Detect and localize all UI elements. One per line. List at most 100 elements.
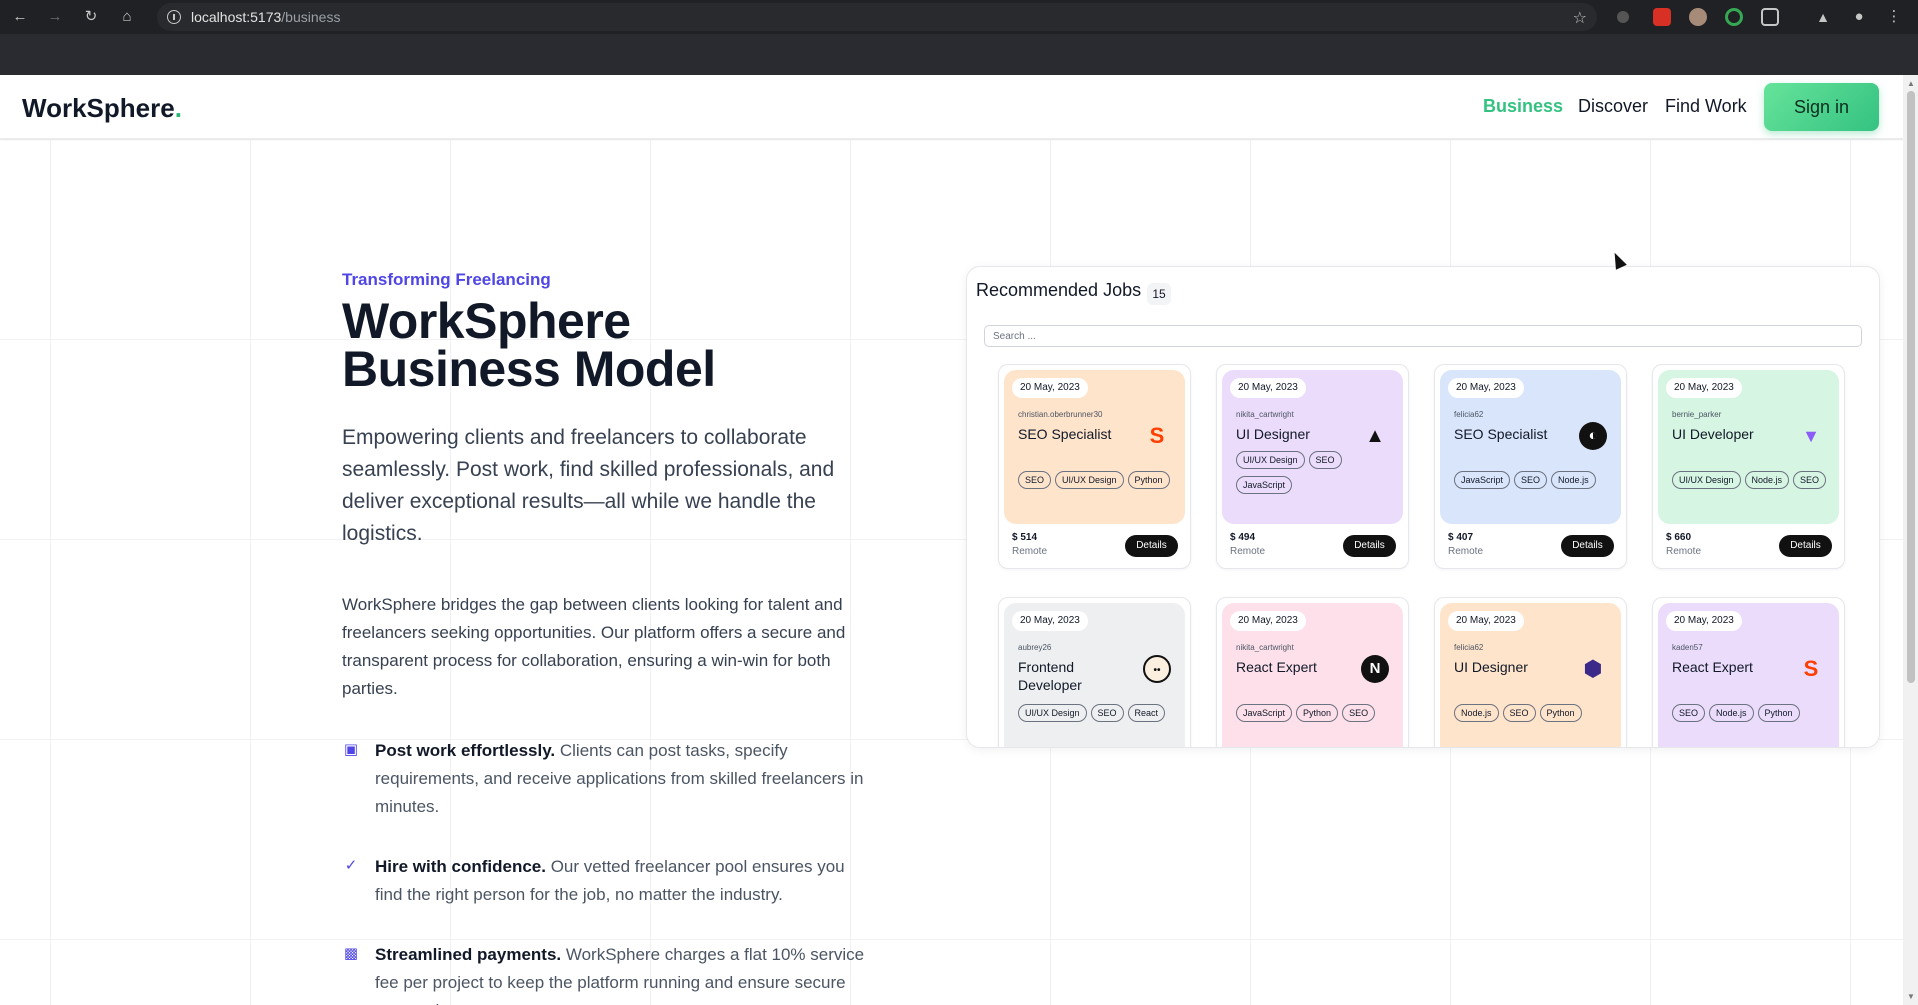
job-price: $ 407	[1448, 532, 1474, 543]
feature-title: Post work effortlessly.	[375, 741, 556, 760]
job-date: 20 May, 2023	[1666, 378, 1742, 398]
extension-icon[interactable]	[1689, 8, 1707, 26]
profile-icon[interactable]: ●	[1849, 7, 1869, 27]
job-location: Remote	[1666, 546, 1702, 557]
panel-title: Recommended Jobs	[976, 280, 1142, 300]
top-navigation: WorkSphere. Business Discover Find Work …	[0, 75, 1903, 139]
jobs-search-input[interactable]: Search ...	[984, 325, 1862, 347]
details-button[interactable]: Details	[1779, 535, 1832, 557]
scroll-down-icon[interactable]: ▼	[1907, 992, 1915, 1001]
job-location: Remote	[1230, 546, 1266, 557]
job-card[interactable]: 20 May, 2023 christian.oberbrunner30 SEO S…	[998, 364, 1191, 569]
details-button[interactable]: Details	[1343, 535, 1396, 557]
job-tags: JavaScript Python SEO	[1236, 703, 1401, 728]
bookmarks-bar	[0, 34, 1918, 75]
skill-tag: UI/UX Design	[1018, 704, 1087, 722]
skill-tag: Node.js	[1454, 704, 1499, 722]
payments-icon: ▩	[343, 945, 359, 962]
job-price: $ 494	[1230, 532, 1256, 543]
skill-tag: SEO	[1502, 704, 1536, 722]
skill-tag: React	[1127, 704, 1166, 722]
reload-icon[interactable]: ↻	[81, 7, 101, 27]
job-role: SEO Specialist	[1018, 426, 1112, 442]
job-card-header: 20 May, 2023 nikita_cartwright React Exper…	[1222, 603, 1403, 747]
job-poster-username: felicia62	[1454, 410, 1484, 419]
briefcase-icon: ▣	[343, 741, 359, 758]
back-icon[interactable]: ←	[10, 7, 30, 27]
job-card-header: 20 May, 2023 felicia62 SEO Specialist ◐ Java…	[1440, 370, 1621, 524]
skill-tag: Python	[1296, 704, 1339, 722]
job-role: UI Designer	[1454, 659, 1528, 675]
job-date: 20 May, 2023	[1012, 611, 1088, 631]
job-tags: SEO UI/UX Design Python	[1018, 470, 1183, 495]
job-date: 20 May, 2023	[1448, 611, 1524, 631]
job-card[interactable]: 20 May, 2023 nikita_cartwright React Exper…	[1216, 597, 1409, 747]
job-tags: SEO Node.js Python	[1672, 703, 1837, 728]
skill-tag: Python	[1539, 704, 1582, 722]
shadcn-icon: ◐	[1579, 422, 1607, 450]
job-role: React Expert	[1672, 659, 1753, 675]
job-poster-username: kaden57	[1672, 643, 1703, 652]
sign-in-button[interactable]: Sign in	[1764, 83, 1879, 131]
job-card-header: 20 May, 2023 kaden57 React Expert S SEO Node.…	[1658, 603, 1839, 747]
extension-icon[interactable]	[1617, 11, 1629, 23]
job-card[interactable]: 20 May, 2023 kaden57 React Expert S SEO Node.…	[1652, 597, 1845, 747]
cube-icon: ⬢	[1583, 656, 1603, 681]
skill-tag: Python	[1757, 704, 1800, 722]
job-poster-username: bernie_parker	[1672, 410, 1722, 419]
extension-icon[interactable]	[1653, 8, 1671, 26]
bookmark-star-icon[interactable]: ☆	[1573, 8, 1587, 28]
skill-tag: SEO	[1514, 471, 1548, 489]
nextjs-icon: N	[1361, 655, 1389, 683]
nav-business[interactable]: Business	[1483, 96, 1563, 117]
scroll-up-icon[interactable]: ▲	[1907, 79, 1915, 88]
hero-lead: Empowering clients and freelancers to co…	[342, 426, 835, 545]
home-icon[interactable]: ⌂	[117, 7, 137, 27]
astro-icon: ▲	[1365, 425, 1385, 447]
job-card-header: 20 May, 2023 aubrey26 Frontend Developer ••…	[1004, 603, 1185, 747]
job-date: 20 May, 2023	[1448, 378, 1524, 398]
job-role: UI Developer	[1672, 426, 1754, 442]
job-price: $ 660	[1666, 532, 1692, 543]
hero-eyebrow: Transforming Freelancing	[342, 270, 551, 289]
skill-tag: SEO	[1308, 451, 1342, 469]
skill-tag: SEO	[1672, 704, 1706, 722]
skill-tag: SEO	[1342, 704, 1376, 722]
extension-icon[interactable]	[1725, 8, 1743, 26]
details-button[interactable]: Details	[1125, 535, 1178, 557]
check-circle-icon: ✓	[344, 857, 358, 874]
feature-title: Hire with confidence.	[375, 857, 546, 876]
job-card[interactable]: 20 May, 2023 aubrey26 Frontend Developer ••…	[998, 597, 1191, 747]
job-location: Remote	[1448, 546, 1484, 557]
nav-discover[interactable]: Discover	[1578, 96, 1648, 117]
url-text: localhost:5173/business	[191, 9, 341, 25]
forward-icon[interactable]: →	[45, 7, 65, 27]
extensions-puzzle-icon[interactable]	[1761, 8, 1779, 26]
skill-tag: JavaScript	[1236, 704, 1293, 722]
skill-tag: Node.js	[1551, 471, 1596, 489]
nav-find-work[interactable]: Find Work	[1665, 96, 1747, 117]
details-button[interactable]: Details	[1561, 535, 1614, 557]
recommended-jobs-panel: Recommended Jobs 15 Search ... 20 May, 2…	[966, 266, 1880, 748]
page-title: WorkSphere Business Model	[342, 293, 716, 397]
job-location: Remote	[1012, 546, 1048, 557]
page-scrollbar[interactable]: ▲ ▼	[1903, 75, 1918, 1005]
job-date: 20 May, 2023	[1230, 611, 1306, 631]
job-date: 20 May, 2023	[1012, 378, 1088, 398]
skill-tag: Node.js	[1709, 704, 1754, 722]
logo[interactable]: WorkSphere.	[22, 93, 182, 124]
scrollbar-thumb[interactable]	[1907, 91, 1915, 683]
labs-flask-icon[interactable]: ▲	[1813, 7, 1833, 27]
job-card[interactable]: 20 May, 2023 felicia62 UI Designer ⬢ Node.js…	[1434, 597, 1627, 747]
job-card[interactable]: 20 May, 2023 nikita_cartwright UI Designer…	[1216, 364, 1409, 569]
job-card[interactable]: 20 May, 2023 felicia62 SEO Specialist ◐ Java…	[1434, 364, 1627, 569]
job-poster-username: christian.oberbrunner30	[1018, 410, 1103, 419]
job-poster-username: nikita_cartwright	[1236, 410, 1294, 419]
site-info-icon[interactable]	[167, 10, 181, 24]
skill-tag: SEO	[1793, 471, 1827, 489]
job-card[interactable]: 20 May, 2023 bernie_parker UI Developer ▼ UI…	[1652, 364, 1845, 569]
address-bar[interactable]: localhost:5173/business ☆	[157, 3, 1597, 31]
browser-toolbar: ← → ↻ ⌂ localhost:5173/business ☆ ▲ ● ⋮	[0, 0, 1918, 34]
menu-dots-icon[interactable]: ⋮	[1884, 7, 1904, 27]
browser-chrome: ← → ↻ ⌂ localhost:5173/business ☆ ▲ ● ⋮	[0, 0, 1918, 75]
